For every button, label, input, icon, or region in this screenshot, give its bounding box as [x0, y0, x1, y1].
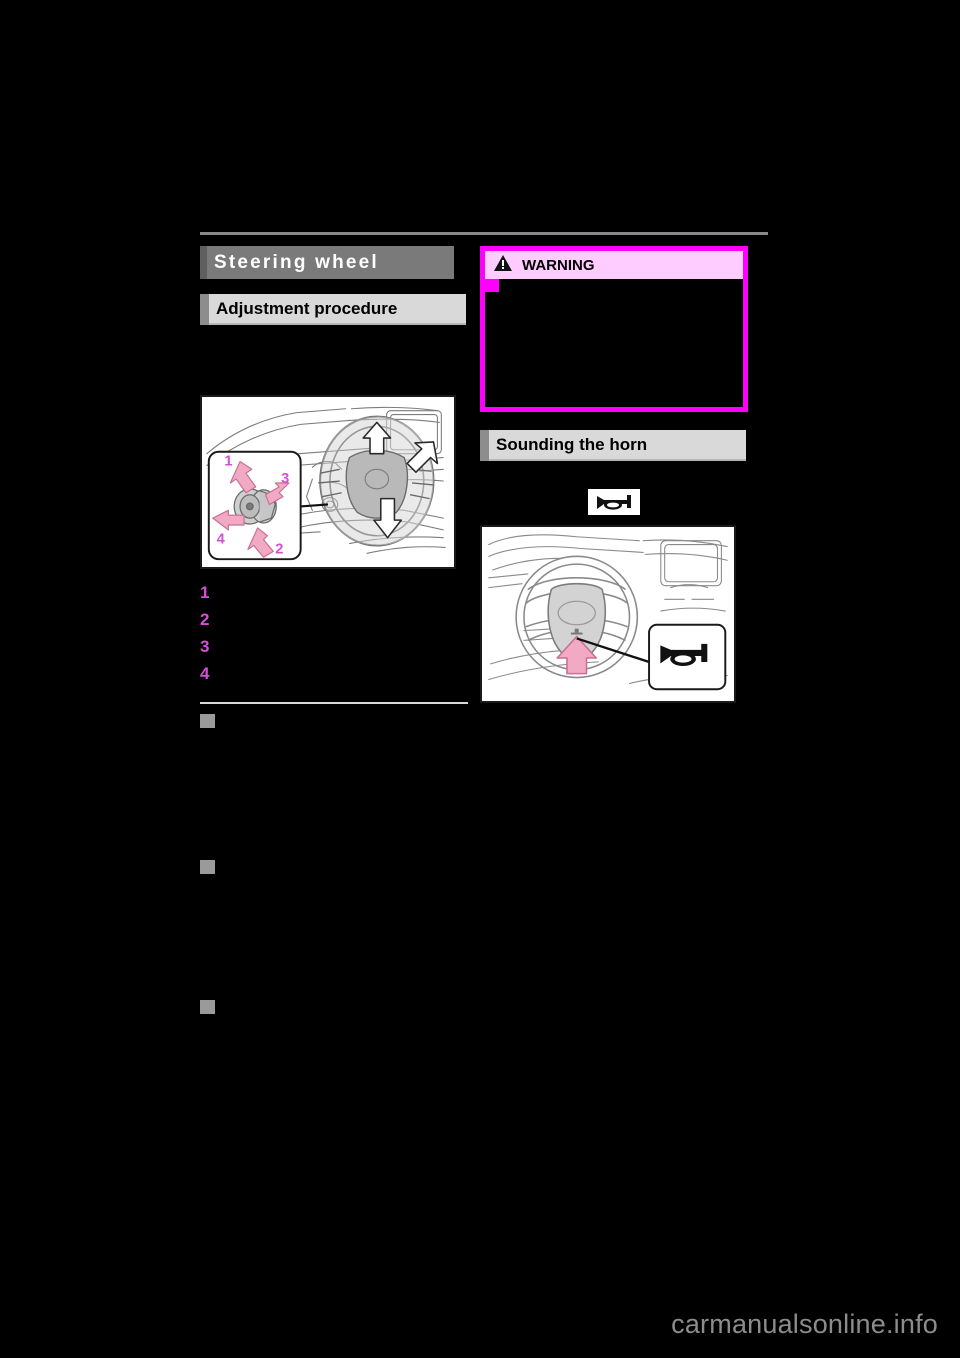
right-column: WARNING Sounding the horn	[480, 246, 748, 703]
horn-location-illustration	[480, 525, 736, 703]
subheading-second	[200, 858, 468, 876]
left-column: Steering wheel Adjustment procedure 1 2 …	[200, 246, 468, 1016]
list-item: 2	[200, 610, 468, 634]
subheading-clipped	[200, 702, 468, 730]
warning-label: WARNING	[522, 256, 595, 274]
step-number: 2	[200, 610, 210, 629]
svg-text:2: 2	[275, 541, 283, 557]
manual-page: Steering wheel Adjustment procedure 1 2 …	[0, 0, 960, 1358]
step-number: 1	[200, 583, 210, 602]
section-header-adjustment-procedure: Adjustment procedure	[200, 294, 466, 325]
svg-text:4: 4	[217, 532, 226, 548]
list-item: 3	[200, 637, 468, 661]
step-number: 3	[200, 637, 210, 656]
adjustment-steps-list: 1 2 3 4	[200, 583, 468, 688]
chapter-header-steering-wheel: Steering wheel	[200, 246, 454, 279]
list-item: 4	[200, 664, 468, 688]
section-header-sounding-the-horn: Sounding the horn	[480, 430, 746, 461]
warning-box: WARNING	[480, 246, 748, 412]
steering-wheel-adjustment-illustration: 1 2 3 4	[200, 395, 456, 569]
site-watermark: carmanualsonline.info	[671, 1309, 938, 1339]
page-top-rule	[200, 232, 768, 235]
warning-body-text	[485, 279, 743, 407]
subheading-third	[200, 998, 468, 1016]
list-item: 1	[200, 583, 468, 607]
svg-text:3: 3	[281, 471, 289, 487]
warning-triangle-icon	[493, 254, 513, 276]
warning-title-bar: WARNING	[485, 251, 743, 279]
svg-text:1: 1	[224, 453, 232, 469]
step-number: 4	[200, 664, 210, 683]
horn-icon	[588, 489, 640, 515]
